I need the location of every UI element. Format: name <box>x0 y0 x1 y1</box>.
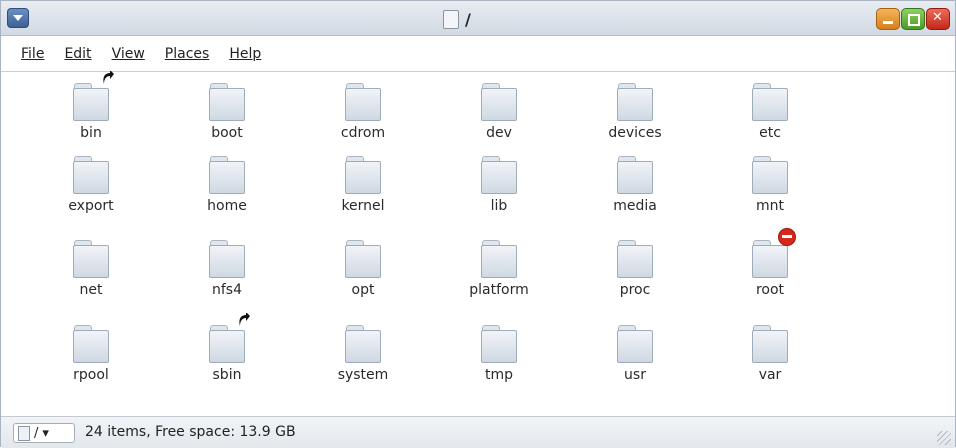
folder-icon <box>209 156 245 194</box>
minimize-button[interactable] <box>876 8 900 30</box>
folder-label: tmp <box>484 367 513 383</box>
folder-label: mnt <box>756 198 784 214</box>
menu-help[interactable]: Help <box>229 46 261 62</box>
folder-item[interactable]: home <box>172 156 282 214</box>
menu-view[interactable]: View <box>112 46 145 62</box>
status-bar: / ▾ 24 items, Free space: 13.9 GB <box>1 416 955 448</box>
folder-icon <box>73 71 114 121</box>
window-title-text: / <box>465 9 471 29</box>
folder-icon <box>481 156 517 194</box>
folder-item[interactable]: system <box>308 325 418 383</box>
file-icon-view[interactable]: bin boot cdrom dev devices etc export home kerne… <box>1 71 955 415</box>
close-button[interactable] <box>926 8 950 30</box>
folder-icon <box>752 83 788 121</box>
folder-item[interactable]: root <box>715 228 825 298</box>
folder-item[interactable]: tmp <box>444 325 554 383</box>
folder-item[interactable]: opt <box>308 240 418 298</box>
folder-item[interactable]: proc <box>580 240 690 298</box>
folder-icon <box>617 83 653 121</box>
folder-label: net <box>79 282 103 298</box>
folder-icon <box>617 325 653 363</box>
folder-label: cdrom <box>340 125 386 141</box>
folder-item[interactable]: dev <box>444 83 554 141</box>
folder-label: devices <box>608 125 662 141</box>
folder-item[interactable]: usr <box>580 325 690 383</box>
folder-icon <box>617 156 653 194</box>
folder-label: home <box>207 198 247 214</box>
folder-label: sbin <box>212 367 242 383</box>
symlink-arrow-icon <box>103 71 114 84</box>
folder-item[interactable]: kernel <box>308 156 418 214</box>
folder-label: bin <box>80 125 102 141</box>
folder-icon <box>209 313 250 363</box>
folder-item[interactable]: nfs4 <box>172 240 282 298</box>
folder-label: opt <box>351 282 375 298</box>
chevron-down-icon: ▾ <box>42 425 49 441</box>
folder-item[interactable]: cdrom <box>308 83 418 141</box>
folder-item[interactable]: platform <box>444 240 554 298</box>
folder-icon <box>345 83 381 121</box>
folder-label: export <box>68 198 114 214</box>
title-bar[interactable]: / <box>1 1 955 36</box>
folder-item[interactable]: var <box>715 325 825 383</box>
symlink-arrow-icon <box>239 313 250 326</box>
folder-label: etc <box>759 125 781 141</box>
location-label: / <box>34 425 39 441</box>
folder-item[interactable]: export <box>36 156 146 214</box>
folder-icon <box>73 325 109 363</box>
folder-label: nfs4 <box>211 282 242 298</box>
folder-label: boot <box>211 125 243 141</box>
folder-label: platform <box>469 282 529 298</box>
menu-places[interactable]: Places <box>165 46 210 62</box>
folder-icon <box>345 156 381 194</box>
menu-bar: File Edit View Places Help <box>1 36 955 72</box>
file-manager-window: / File Edit View Places Help bin boot cdro… <box>0 0 956 448</box>
folder-location-icon <box>443 9 459 29</box>
folder-label: lib <box>490 198 508 214</box>
folder-label: dev <box>486 125 512 141</box>
folder-item[interactable]: lib <box>444 156 554 214</box>
window-title: / <box>443 8 471 30</box>
folder-location-icon <box>18 425 30 441</box>
status-text: 24 items, Free space: 13.9 GB <box>85 424 296 440</box>
folder-label: system <box>337 367 389 383</box>
menu-edit[interactable]: Edit <box>64 46 91 62</box>
folder-icon <box>481 325 517 363</box>
folder-item[interactable]: media <box>580 156 690 214</box>
folder-icon <box>752 325 788 363</box>
folder-icon <box>345 325 381 363</box>
folder-item[interactable]: net <box>36 240 146 298</box>
folder-label: var <box>758 367 782 383</box>
folder-icon <box>73 240 109 278</box>
folder-item[interactable]: mnt <box>715 156 825 214</box>
window-menu-button[interactable] <box>7 8 29 28</box>
folder-icon <box>752 156 788 194</box>
folder-icon <box>209 83 245 121</box>
folder-item[interactable]: devices <box>580 83 690 141</box>
folder-label: media <box>613 198 657 214</box>
folder-icon <box>617 240 653 278</box>
no-access-icon <box>778 228 796 246</box>
maximize-button[interactable] <box>901 8 925 30</box>
folder-icon <box>481 83 517 121</box>
folder-icon <box>73 156 109 194</box>
folder-label: usr <box>624 367 646 383</box>
folder-item[interactable]: bin <box>36 71 146 141</box>
folder-label: root <box>755 282 785 298</box>
folder-label: proc <box>619 282 651 298</box>
folder-icon <box>481 240 517 278</box>
folder-item[interactable]: sbin <box>172 313 282 383</box>
folder-item[interactable]: rpool <box>36 325 146 383</box>
menu-file[interactable]: File <box>21 46 44 62</box>
folder-item[interactable]: etc <box>715 83 825 141</box>
location-button[interactable]: / ▾ <box>13 423 75 443</box>
folder-item[interactable]: boot <box>172 83 282 141</box>
folder-icon <box>345 240 381 278</box>
folder-icon <box>752 228 796 278</box>
resize-grip[interactable] <box>937 431 951 445</box>
folder-label: kernel <box>341 198 385 214</box>
folder-icon <box>209 240 245 278</box>
folder-label: rpool <box>73 367 109 383</box>
